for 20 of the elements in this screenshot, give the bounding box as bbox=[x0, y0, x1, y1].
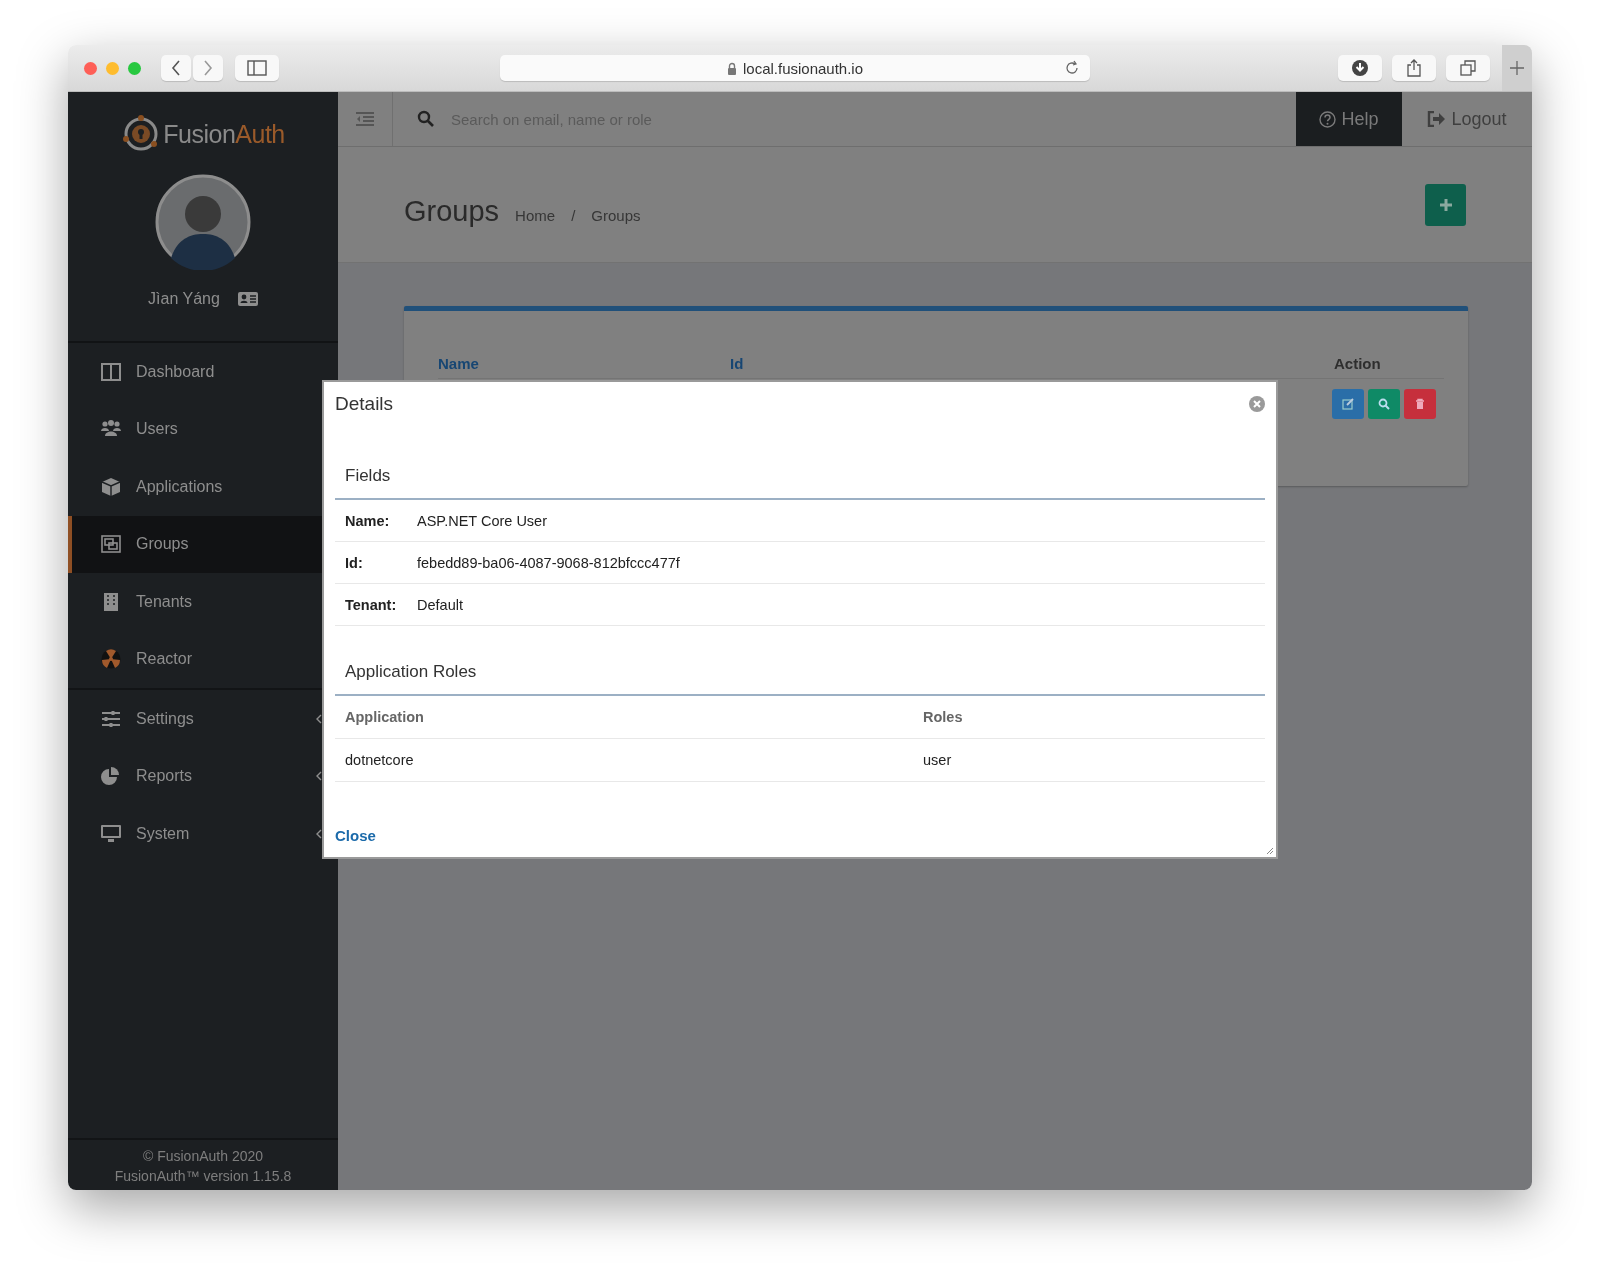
version-text: FusionAuth™ version 1.15.8 bbox=[114, 1168, 292, 1184]
section-heading: Application Roles bbox=[344, 662, 478, 683]
column-header: Roles bbox=[923, 709, 963, 725]
copyright-text: © FusionAuth 2020 bbox=[142, 1148, 264, 1164]
column-header: Action bbox=[1334, 355, 1382, 372]
field-value: Default bbox=[417, 596, 463, 613]
field-label: Name: bbox=[345, 512, 391, 529]
column-header: Application bbox=[345, 709, 425, 725]
breadcrumb-separator: / bbox=[571, 207, 576, 224]
logo-text: FusionAuth bbox=[163, 119, 285, 149]
user-name: Jìan Yáng bbox=[148, 290, 220, 308]
field-value: febedd89-ba06-4087-9068-812bfccc477f bbox=[417, 554, 680, 571]
field-label: Tenant: bbox=[345, 596, 398, 613]
section-heading: Fields bbox=[344, 466, 392, 487]
field-value: ASP.NET Core User bbox=[417, 512, 547, 529]
field-label: Id: bbox=[345, 554, 364, 571]
table-cell: user bbox=[923, 752, 952, 768]
dialog-title: Details bbox=[335, 393, 394, 415]
page-title: Groups bbox=[404, 195, 500, 228]
table-cell-text: dotnetcore bbox=[345, 752, 415, 768]
